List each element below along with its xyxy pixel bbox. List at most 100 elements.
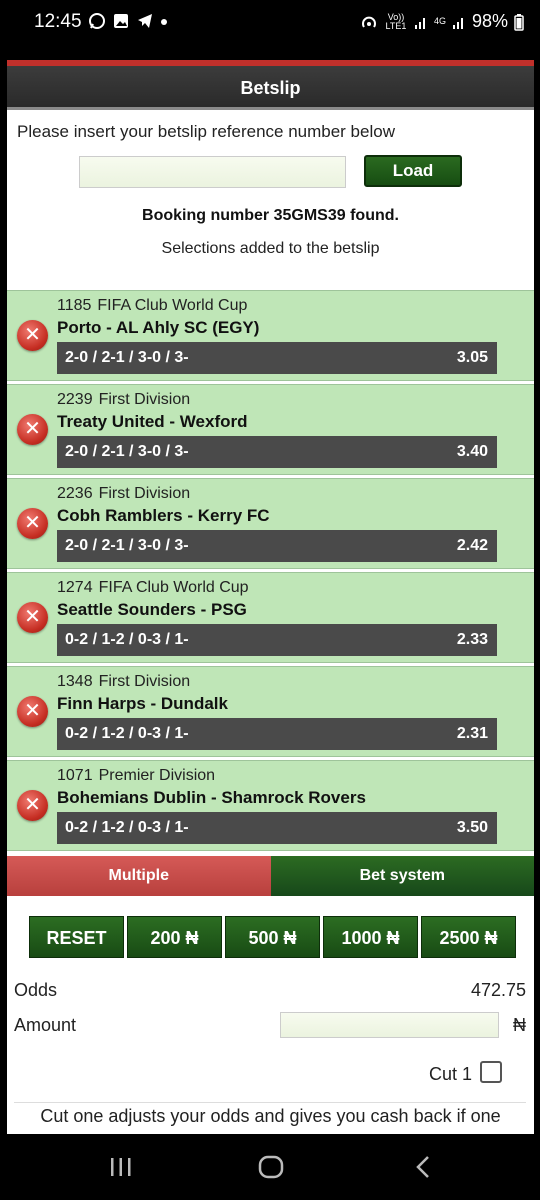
selection-item: ✕ 2236 First Division Cobh Ramblers - Ker… — [7, 478, 534, 569]
pick-bar[interactable]: 0-2 / 1-2 / 0-3 / 1- 3.50 — [57, 812, 497, 844]
stake-500-button[interactable]: 500 ₦ — [225, 916, 320, 958]
battery-icon — [514, 13, 524, 31]
pick-odds: 2.33 — [456, 631, 488, 648]
pick-label: 2-0 / 2-1 / 3-0 / 3- — [65, 349, 189, 366]
stake-200-button[interactable]: 200 ₦ — [127, 916, 222, 958]
pick-bar[interactable]: 2-0 / 2-1 / 3-0 / 3- 3.05 — [57, 342, 497, 374]
event-code: 1185 — [57, 297, 92, 314]
hotspot-icon — [361, 16, 376, 28]
home-icon[interactable] — [257, 1154, 285, 1180]
event-code: 2239 — [57, 391, 93, 408]
match-name: Treaty United - Wexford — [57, 412, 248, 431]
battery-percent: 98% — [471, 11, 508, 31]
signal-icon-2 — [452, 17, 463, 29]
pick-bar[interactable]: 2-0 / 2-1 / 3-0 / 3- 3.40 — [57, 436, 497, 468]
league-name: FIFA Club World Cup — [97, 297, 248, 314]
remove-selection-icon[interactable]: ✕ — [17, 320, 48, 351]
league-name: First Division — [98, 673, 191, 690]
selection-meta: 1185 FIFA Club World Cup — [57, 297, 247, 315]
pick-odds: 2.31 — [456, 725, 488, 742]
bet-type-tabs: Multiple Bet system — [7, 856, 534, 896]
whatsapp-icon — [89, 13, 105, 29]
event-code: 1071 — [57, 767, 93, 784]
quick-stake-buttons: RESET 200 ₦ 500 ₦ 1000 ₦ 2500 ₦ — [29, 916, 516, 958]
stake-2500-button[interactable]: 2500 ₦ — [421, 916, 516, 958]
volte-indicator: Vo)) LTE1 — [385, 11, 407, 31]
event-code: 1348 — [57, 673, 93, 690]
reset-button[interactable]: RESET — [29, 916, 124, 958]
selection-item: ✕ 2239 First Division Treaty United - Wex… — [7, 384, 534, 475]
selection-meta: 2236 First Division — [57, 485, 190, 503]
divider — [14, 1102, 526, 1103]
browser-viewport: Betslip Please insert your betslip refer… — [0, 46, 540, 1134]
dot-icon — [161, 19, 167, 25]
reference-instruction: Please insert your betslip reference num… — [17, 122, 395, 141]
selection-item: ✕ 1274 FIFA Club World Cup Seattle Sounde… — [7, 572, 534, 663]
remove-selection-icon[interactable]: ✕ — [17, 696, 48, 727]
pick-label: 0-2 / 1-2 / 0-3 / 1- — [65, 725, 189, 742]
status-bar: 12:45 Vo)) LTE1 4G 98% — [0, 0, 540, 46]
pick-odds: 3.40 — [456, 443, 488, 460]
league-name: First Division — [98, 485, 191, 502]
currency-symbol: ₦ — [513, 1015, 526, 1035]
pick-bar[interactable]: 0-2 / 1-2 / 0-3 / 1- 2.31 — [57, 718, 497, 750]
remove-selection-icon[interactable]: ✕ — [17, 602, 48, 633]
selection-meta: 2239 First Division — [57, 391, 190, 409]
pick-odds: 3.50 — [456, 819, 488, 836]
reference-row: Load — [7, 146, 534, 196]
stake-1000-button[interactable]: 1000 ₦ — [323, 916, 418, 958]
amount-label: Amount — [14, 1015, 77, 1035]
telegram-icon — [138, 14, 152, 28]
selection-list: ✕ 1185 FIFA Club World Cup Porto - AL Ahl… — [7, 290, 534, 854]
league-name: First Division — [98, 391, 191, 408]
amount-row: Amount ₦ — [14, 1012, 526, 1044]
clock: 12:45 — [34, 11, 82, 32]
load-button[interactable]: Load — [364, 155, 462, 187]
match-name: Seattle Sounders - PSG — [57, 600, 247, 619]
cut-one-label: Cut 1 — [428, 1064, 472, 1084]
gallery-icon — [114, 14, 128, 28]
selection-meta: 1274 FIFA Club World Cup — [57, 579, 249, 597]
match-name: Finn Harps - Dundalk — [57, 694, 228, 713]
remove-selection-icon[interactable]: ✕ — [17, 790, 48, 821]
pick-odds: 3.05 — [456, 349, 488, 366]
system-icons: Vo)) LTE1 4G 98% — [360, 11, 524, 32]
selection-item: ✕ 1071 Premier Division Bohemians Dublin … — [7, 760, 534, 851]
selection-item: ✕ 1185 FIFA Club World Cup Porto - AL Ahl… — [7, 290, 534, 381]
remove-selection-icon[interactable]: ✕ — [17, 414, 48, 445]
remove-selection-icon[interactable]: ✕ — [17, 508, 48, 539]
pick-odds: 2.42 — [456, 537, 488, 554]
network-type: 4G — [433, 16, 446, 26]
total-odds-row: Odds 472.75 — [14, 978, 526, 1006]
selections-added-message: Selections added to the betslip — [161, 240, 380, 257]
tab-multiple[interactable]: Multiple — [7, 856, 271, 896]
amount-input[interactable] — [280, 1012, 499, 1038]
match-name: Cobh Ramblers - Kerry FC — [57, 506, 270, 525]
league-name: Premier Division — [98, 767, 216, 784]
pick-label: 0-2 / 1-2 / 0-3 / 1- — [65, 819, 189, 836]
event-code: 1274 — [57, 579, 93, 596]
selection-meta: 1348 First Division — [57, 673, 190, 691]
recent-apps-icon[interactable] — [108, 1154, 134, 1180]
pick-bar[interactable]: 0-2 / 1-2 / 0-3 / 1- 2.33 — [57, 624, 497, 656]
league-name: FIFA Club World Cup — [98, 579, 249, 596]
cut-one-row: Cut 1 — [7, 1054, 534, 1094]
selection-meta: 1071 Premier Division — [57, 767, 215, 785]
match-name: Bohemians Dublin - Shamrock Rovers — [57, 788, 366, 807]
back-icon[interactable] — [412, 1154, 434, 1180]
pick-label: 2-0 / 2-1 / 3-0 / 3- — [65, 443, 189, 460]
odds-value: 472.75 — [470, 980, 526, 1000]
event-code: 2236 — [57, 485, 93, 502]
betslip-page: Betslip Please insert your betslip refer… — [7, 60, 534, 1134]
odds-label: Odds — [14, 980, 58, 1000]
cut-one-checkbox[interactable] — [480, 1061, 502, 1083]
signal-icon — [414, 17, 425, 29]
tab-bet-system[interactable]: Bet system — [270, 856, 534, 896]
cut-one-info: Cut one adjusts your odds and gives you … — [40, 1106, 501, 1126]
selection-item: ✕ 1348 First Division Finn Harps - Dundal… — [7, 666, 534, 757]
booking-found-message: Booking number 35GMS39 found. — [142, 207, 399, 224]
match-name: Porto - AL Ahly SC (EGY) — [57, 318, 260, 337]
reference-input[interactable] — [79, 156, 346, 188]
pick-bar[interactable]: 2-0 / 2-1 / 3-0 / 3- 2.42 — [57, 530, 497, 562]
pick-label: 0-2 / 1-2 / 0-3 / 1- — [65, 631, 189, 648]
